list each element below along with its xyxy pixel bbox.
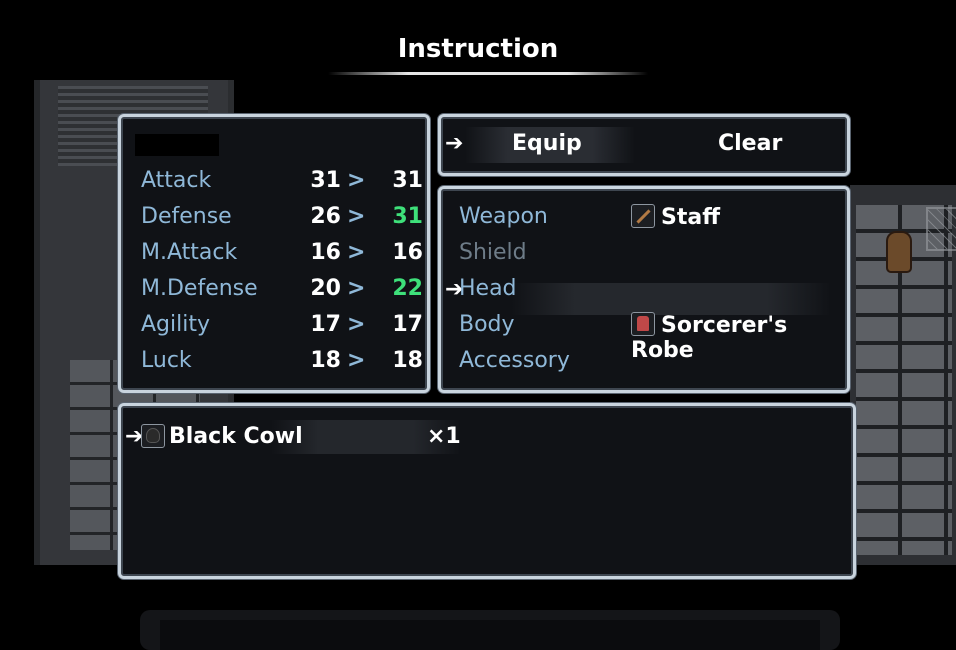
stat-new: 31 (392, 204, 423, 229)
stat-new: 18 (392, 348, 423, 373)
stat-current: 18 (310, 348, 341, 373)
slot-item: Staff (631, 204, 720, 230)
slot-shield[interactable]: Shield (459, 240, 839, 270)
stat-current: 31 (310, 168, 341, 193)
list-item[interactable]: Black Cowl ×1 (141, 424, 841, 454)
cobweb-decoration (926, 207, 956, 251)
cursor-icon: ➔ (445, 131, 464, 156)
stat-row-defense: Defense 26 > 31 (141, 204, 423, 234)
item-count: ×1 (427, 424, 461, 449)
stat-label: M.Defense (141, 276, 258, 301)
robe-icon (631, 312, 655, 336)
stat-new: 17 (392, 312, 423, 337)
stat-arrow: > (347, 240, 366, 265)
slot-label: Accessory (459, 348, 570, 373)
equip-button[interactable]: Equip (512, 131, 582, 156)
command-window: ➔ Equip Clear (438, 114, 850, 176)
slot-label: Shield (459, 240, 527, 265)
stat-arrow: > (347, 204, 366, 229)
stat-label: Attack (141, 168, 212, 193)
status-window: Attack 31 > 31 Defense 26 > 31 M.Attack … (118, 114, 430, 393)
help-window (140, 610, 840, 650)
stat-current: 16 (310, 240, 341, 265)
title-underline (328, 72, 648, 75)
stat-label: Agility (141, 312, 210, 337)
slot-head[interactable]: Head (459, 276, 839, 306)
stat-row-attack: Attack 31 > 31 (141, 168, 423, 198)
clear-button[interactable]: Clear (718, 131, 782, 156)
stat-arrow: > (347, 348, 366, 373)
stat-row-m-attack: M.Attack 16 > 16 (141, 240, 423, 270)
stat-label: Defense (141, 204, 232, 229)
stat-arrow: > (347, 276, 366, 301)
stat-current: 17 (310, 312, 341, 337)
stat-arrow: > (347, 168, 366, 193)
stat-row-agility: Agility 17 > 17 (141, 312, 423, 342)
stat-label: Luck (141, 348, 192, 373)
slot-label: Head (459, 276, 517, 301)
slot-label: Weapon (459, 204, 548, 229)
item-name: Black Cowl (169, 424, 303, 449)
screen-title: Instruction (397, 34, 559, 64)
slot-body[interactable]: Body Sorcerer's Robe (459, 312, 839, 363)
stat-current: 26 (310, 204, 341, 229)
slot-item-name: Staff (661, 205, 721, 230)
character-sprite (888, 233, 910, 271)
stat-new: 22 (392, 276, 423, 301)
stat-current: 20 (310, 276, 341, 301)
slot-accessory[interactable]: Accessory (459, 348, 839, 378)
stat-row-m-defense: M.Defense 20 > 22 (141, 276, 423, 306)
help-window-inner (160, 620, 820, 650)
background-wall-right (850, 185, 956, 565)
stat-row-luck: Luck 18 > 18 (141, 348, 423, 378)
stat-arrow: > (347, 312, 366, 337)
staff-icon (631, 204, 655, 228)
item-list-window: ➔ Black Cowl ×1 (118, 403, 856, 579)
stat-label: M.Attack (141, 240, 238, 265)
slot-label: Body (459, 312, 515, 337)
stat-new: 31 (392, 168, 423, 193)
equipment-slots-window: ➔ Weapon Staff Shield Head Body Sorcerer… (438, 186, 850, 393)
slot-weapon[interactable]: Weapon Staff (459, 204, 839, 234)
actor-name-redacted (135, 134, 219, 156)
stat-new: 16 (392, 240, 423, 265)
cowl-icon (141, 424, 165, 448)
